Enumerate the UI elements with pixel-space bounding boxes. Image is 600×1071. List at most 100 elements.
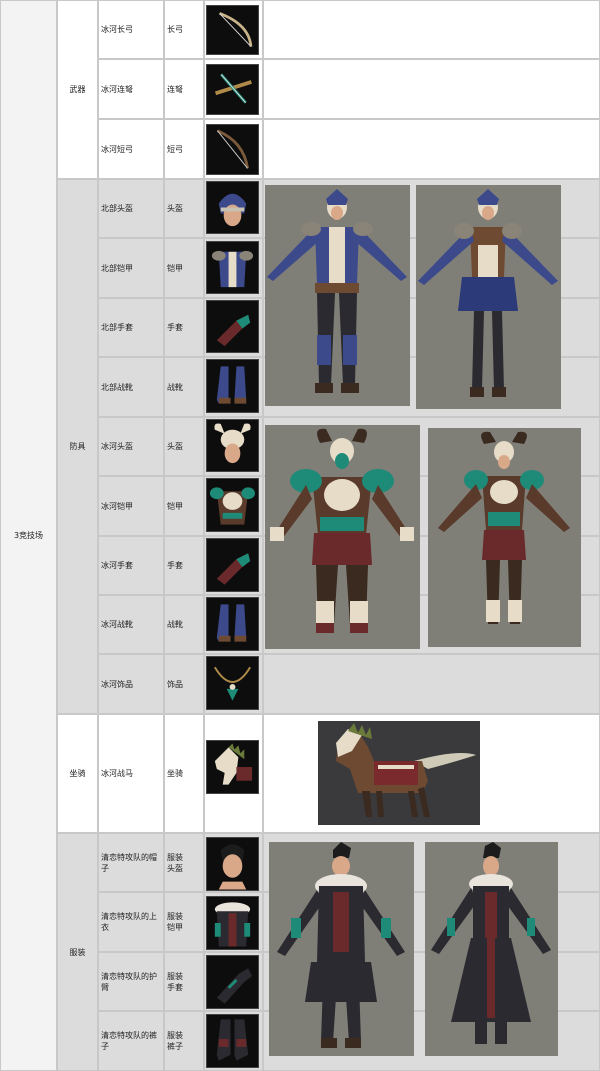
item-name-cell: 冰河饰品 [98,654,164,714]
longbow-icon [206,5,259,55]
item-type-cell: 饰品 [164,654,204,714]
boots-icon [206,597,259,651]
item-type: 短弓 [167,144,183,154]
item-type: 长弓 [167,25,183,34]
glacier-female-model [438,431,570,624]
fur-coat-icon [206,896,259,950]
item-name: 北部铠甲 [101,263,133,273]
item-name-cell: 清恋特攻队的裤子 [98,1011,164,1071]
item-name-cell: 清恋特攻队的帽子 [98,833,164,892]
item-name: 冰河连弩 [101,84,133,94]
item-type: 连弩 [167,84,183,94]
outfit-set-side-view [425,842,558,1056]
item-name: 清恋特攻队的上衣 [101,912,157,932]
item-type-cell: 战靴 [164,357,204,417]
group-label-outfit: 服装 [69,947,86,957]
item-name: 北部手套 [101,323,133,332]
item-type-cell: 服装 手套 [164,952,204,1011]
item-name: 北部战靴 [101,382,133,392]
item-type: 铠甲 [167,263,183,273]
shortbow-icon [206,124,259,175]
item-name-cell: 北部手套 [98,298,164,357]
item-name-cell: 冰河头盔 [98,417,164,476]
armor-icon [206,241,259,294]
item-type: 服装 手套 [167,971,183,992]
glacier-set-side-view [428,428,581,647]
outfit-set-front-view [269,842,414,1056]
hair-head-icon [206,837,259,891]
item-name: 冰河短弓 [101,144,133,154]
glove-icon [206,300,259,353]
item-name-cell: 清恋特攻队的护臂 [98,952,164,1011]
northern-set-side-view [416,185,561,409]
item-name-cell: 冰河手套 [98,536,164,595]
item-type: 战靴 [167,382,183,392]
item-name: 清恋特攻队的帽子 [101,852,157,873]
item-type-cell: 服装 裤子 [164,1011,204,1071]
item-type: 战靴 [167,620,183,629]
item-type: 铠甲 [167,501,183,511]
item-name: 冰河战靴 [101,620,133,629]
item-type-cell: 服装 铠甲 [164,892,204,952]
item-type: 服装 头盔 [167,852,183,873]
group-label-weapons: 武器 [69,85,86,94]
item-type-cell: 长弓 [164,0,204,59]
group-cell-mount: 坐骑 [57,714,98,833]
item-name-cell: 冰河连弩 [98,59,164,119]
group-label-mount: 坐骑 [69,769,86,778]
item-name-cell: 冰河长弓 [98,0,164,59]
item-type-cell: 铠甲 [164,476,204,536]
item-name: 冰河饰品 [101,679,133,689]
item-type: 头盔 [167,442,183,451]
helmet-icon [206,181,259,234]
item-type: 手套 [167,323,183,332]
group-cell-weapons: 武器 [57,0,98,179]
item-name: 冰河战马 [101,769,133,778]
item-type-cell: 连弩 [164,59,204,119]
glacier-set-front-view [265,425,420,649]
item-name-cell: 冰河战马 [98,714,164,833]
item-name-cell: 北部头盔 [98,179,164,238]
pants-icon [206,1014,259,1068]
item-name-cell: 冰河短弓 [98,119,164,179]
war-horse-icon [206,740,259,794]
item-name: 冰河头盔 [101,442,133,451]
item-type-cell: 手套 [164,536,204,595]
item-type-cell: 头盔 [164,417,204,476]
northern-set-front-view [265,185,410,406]
outfit-female-model [431,842,551,1044]
item-preview-cell [263,119,600,179]
boots-icon [206,359,259,413]
item-type-cell: 铠甲 [164,238,204,298]
skull-armor-icon [206,478,259,532]
item-type: 服装 铠甲 [167,912,183,932]
item-type-cell: 短弓 [164,119,204,179]
item-type: 服装 裤子 [167,1031,183,1051]
war-horse-model [336,723,476,817]
item-name: 冰河铠甲 [101,501,133,511]
item-type-cell: 服装 头盔 [164,833,204,892]
item-name-cell: 冰河铠甲 [98,476,164,536]
crossbow-icon [206,64,259,115]
item-type: 饰品 [167,679,183,689]
item-name: 冰河长弓 [101,25,133,34]
item-name: 冰河手套 [101,561,133,570]
item-type: 头盔 [167,204,183,213]
item-preview-cell [263,59,600,119]
category-cell: 3竞技场 [0,0,57,1071]
necklace-icon [206,656,259,710]
item-type-cell: 战靴 [164,595,204,654]
item-name-cell: 冰河战靴 [98,595,164,654]
item-preview-cell [263,0,600,59]
group-cell-outfit: 服装 [57,833,98,1071]
group-label-armor: 防具 [69,442,86,451]
outfit-male-model [277,842,405,1048]
northern-female-model-2 [418,189,558,397]
bracer-icon [206,955,259,1009]
item-name: 清恋特攻队的裤子 [101,1031,157,1051]
horned-helmet-icon [206,419,259,472]
glove-icon [206,538,259,592]
item-name-cell: 北部战靴 [98,357,164,417]
item-name-cell: 清恋特攻队的上衣 [98,892,164,952]
northern-female-model-1 [267,189,407,393]
